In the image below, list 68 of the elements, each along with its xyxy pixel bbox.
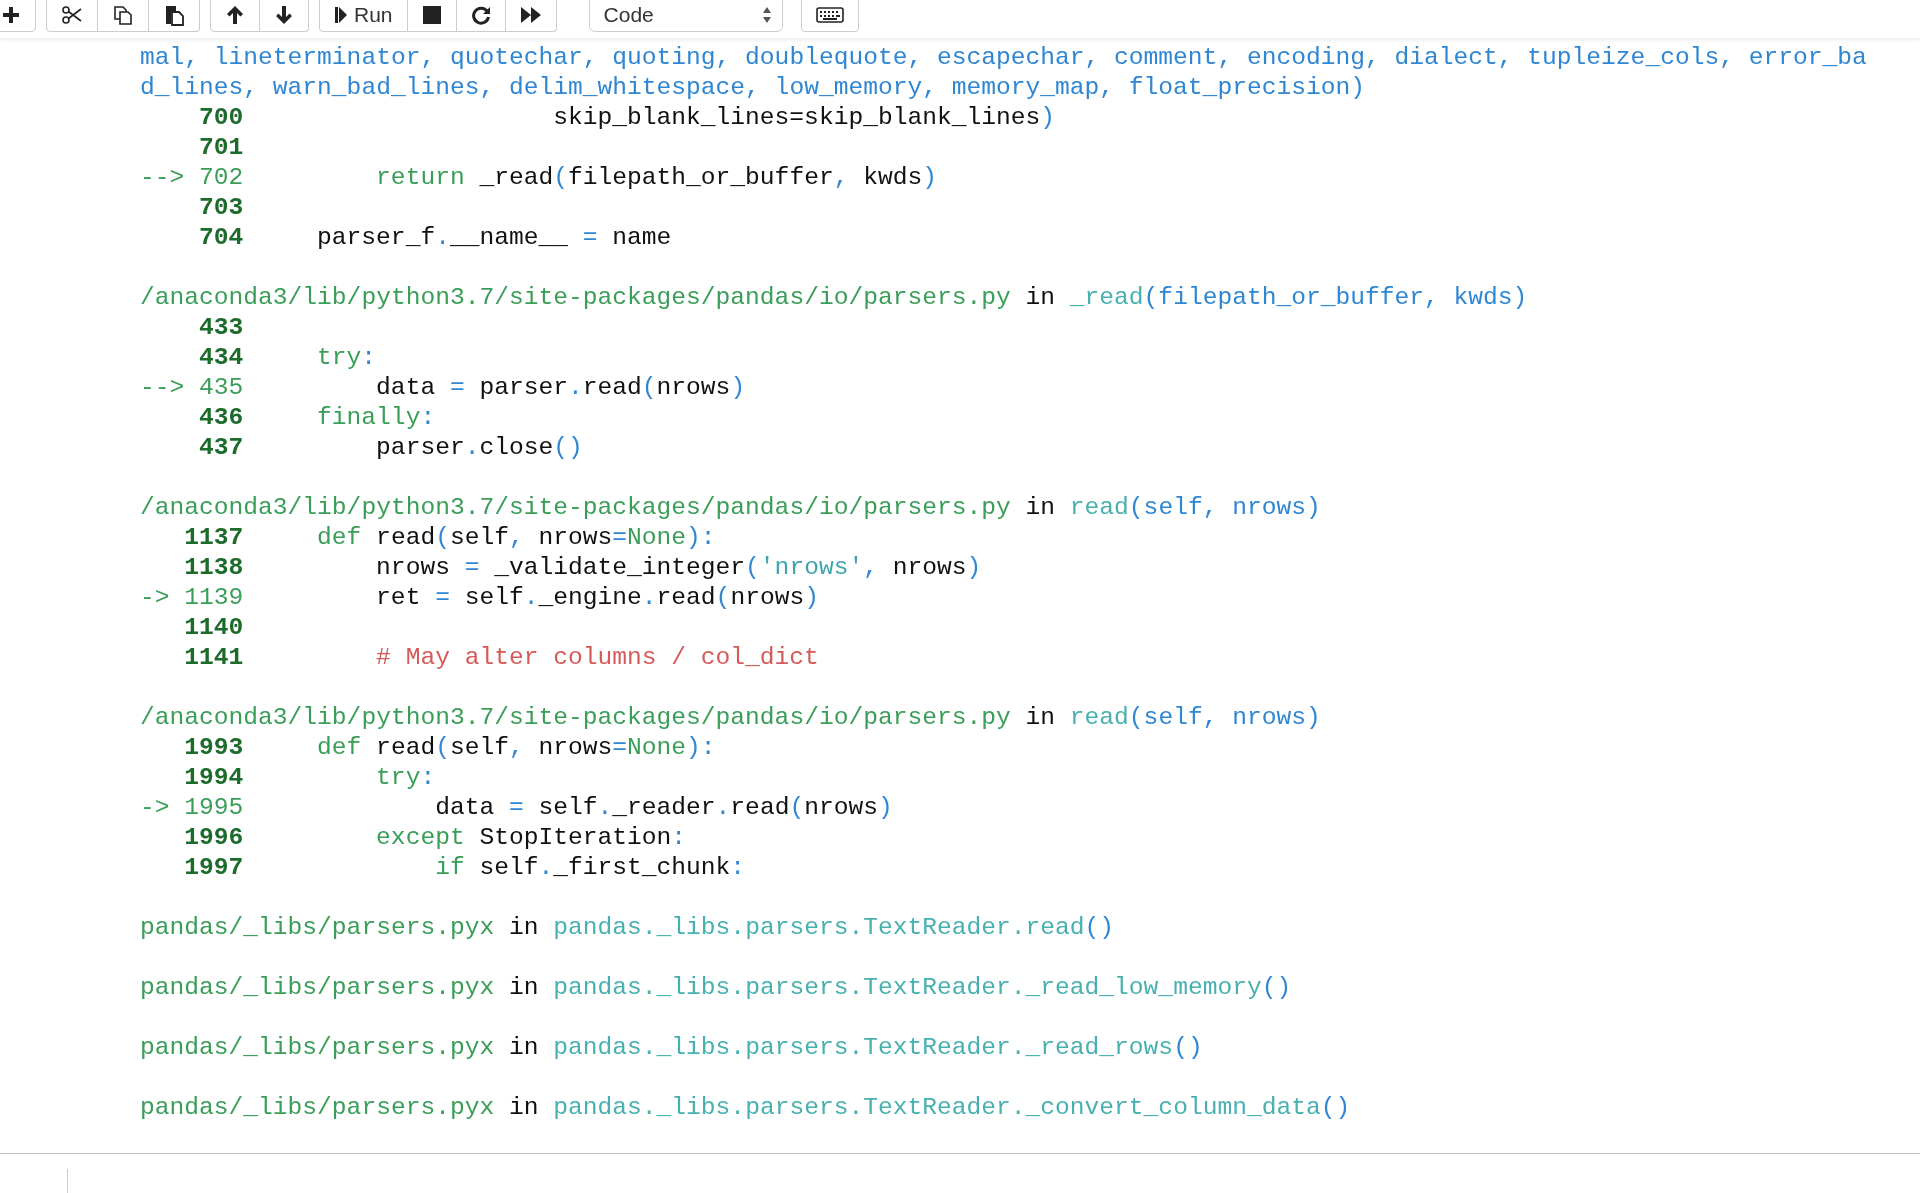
traceback-frame-header: /anaconda3/lib/python3.7/site-packages/pandas/io/parsers.py in _read(filepath_or_buffer, kwds)	[140, 283, 1529, 313]
code-line: mal, lineterminator, quotechar, quoting, doublequote, escapechar, comment, encoding, dialect, tupleize_cols, error_ba	[140, 43, 1868, 73]
keyboard-icon	[815, 7, 844, 23]
line-number: -> 1139	[140, 583, 244, 613]
line-number: 436	[198, 403, 244, 433]
paste-button[interactable]	[149, 0, 200, 32]
plus-icon	[1, 5, 21, 25]
line-number: 701	[198, 133, 244, 163]
traceback-frame-header: pandas/_libs/parsers.pyx in pandas._libs.parsers.TextReader.read()	[140, 913, 1116, 943]
move-up-button[interactable]	[210, 0, 260, 32]
cell-type-dropdown[interactable]: Code	[588, 0, 783, 32]
code-line: if self._first_chunk:	[434, 853, 746, 883]
line-number: 1997	[183, 853, 244, 883]
arrow-down-icon	[274, 4, 294, 26]
run-all-button[interactable]	[505, 0, 557, 32]
code-line: try:	[375, 763, 436, 793]
line-number: 437	[198, 433, 244, 463]
code-line: data = parser.read(nrows)	[375, 373, 746, 403]
line-number: 700	[198, 103, 244, 133]
line-number: 703	[198, 193, 244, 223]
line-number: 1137	[183, 523, 244, 553]
code-line: data = self._reader.read(nrows)	[434, 793, 893, 823]
line-number: --> 702	[140, 163, 244, 193]
line-number: 1140	[183, 613, 244, 643]
cut-button[interactable]	[46, 0, 98, 32]
code-line: # May alter columns / col_dict	[375, 643, 819, 673]
fast-forward-icon	[519, 5, 542, 25]
restart-button[interactable]	[456, 0, 506, 32]
line-number: 433	[198, 313, 244, 343]
line-number: 434	[198, 343, 244, 373]
line-number: 1993	[183, 733, 244, 763]
copy-button[interactable]	[98, 0, 149, 32]
restart-icon	[470, 5, 491, 25]
keyboard-shortcuts-button[interactable]	[800, 0, 859, 32]
line-number: --> 435	[140, 373, 244, 403]
line-number: 1994	[183, 763, 244, 793]
code-line: except StopIteration:	[375, 823, 687, 853]
line-number: 1141	[183, 643, 244, 673]
traceback-frame-header: pandas/_libs/parsers.pyx in pandas._libs.parsers.TextReader._convert_column_data()	[140, 1093, 1352, 1123]
code-line: parser.close()	[375, 433, 583, 463]
code-line: def read(self, nrows=None):	[316, 523, 716, 553]
scissors-icon	[61, 4, 83, 26]
traceback-frame-header: /anaconda3/lib/python3.7/site-packages/pandas/io/parsers.py in read(self, nrows)	[140, 493, 1322, 523]
line-number: 704	[198, 223, 244, 253]
traceback-frame-header: pandas/_libs/parsers.pyx in pandas._libs.parsers.TextReader._read_low_memory()	[140, 973, 1293, 1003]
step-forward-icon	[334, 5, 348, 25]
copy-icon	[112, 4, 134, 26]
code-line: try:	[316, 343, 377, 373]
line-number: 1138	[183, 553, 244, 583]
code-line: finally:	[316, 403, 436, 433]
code-line: parser_f.__name__ = name	[316, 223, 672, 253]
stop-button[interactable]	[407, 0, 457, 32]
code-line: skip_blank_lines=skip_blank_lines)	[552, 103, 1056, 133]
line-number: 1996	[183, 823, 244, 853]
run-button[interactable]: Run	[319, 0, 408, 32]
clipboard-icon	[163, 4, 185, 26]
move-down-button[interactable]	[260, 0, 309, 32]
arrow-up-icon	[225, 4, 245, 26]
code-line: d_lines, warn_bad_lines, delim_whitespace, low_memory, memory_map, float_precision)	[140, 73, 1366, 103]
code-line: return _read(filepath_or_buffer, kwds)	[375, 163, 937, 193]
stop-icon	[421, 5, 442, 25]
traceback-frame-header: /anaconda3/lib/python3.7/site-packages/pandas/io/parsers.py in read(self, nrows)	[140, 703, 1322, 733]
code-line: ret = self._engine.read(nrows)	[375, 583, 819, 613]
code-line: def read(self, nrows=None):	[316, 733, 716, 763]
up-down-caret-icon	[761, 6, 772, 24]
traceback-frame-header: pandas/_libs/parsers.pyx in pandas._libs.parsers.TextReader._read_rows()	[140, 1033, 1204, 1063]
code-line: nrows = _validate_integer('nrows', nrows)	[375, 553, 982, 583]
line-number: -> 1995	[140, 793, 244, 823]
